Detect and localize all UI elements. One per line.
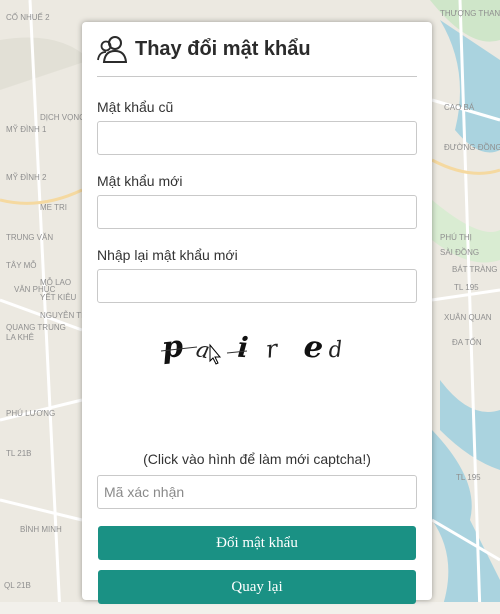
map-label: TL 195 xyxy=(454,283,479,292)
map-label: BÌNH MINH xyxy=(20,525,62,534)
new-password-label: Mật khẩu mới xyxy=(97,173,183,189)
map-label: TRUNG VĂN xyxy=(6,233,53,242)
map-label: SÀI ĐỒNG xyxy=(440,247,479,257)
map-label: YẾT KIÊU xyxy=(40,292,77,302)
old-password-label: Mật khẩu cũ xyxy=(97,99,174,115)
svg-text:p: p xyxy=(160,329,185,366)
change-password-button[interactable]: Đổi mật khẩu xyxy=(98,526,416,560)
map-label: THƯỢNG THANH xyxy=(440,9,500,18)
map-label: ĐA TỐN xyxy=(452,337,482,347)
card-header: Thay đổi mật khẩu xyxy=(97,22,417,77)
map-label: MỸ ĐÌNH 2 xyxy=(6,173,47,182)
map-label: TÂY MỖ xyxy=(6,261,37,270)
map-label: PHÚ THỊ xyxy=(440,233,472,242)
map-label: ĐƯỜNG ĐỒNG xyxy=(444,142,500,152)
map-label: LA KHÊ xyxy=(6,333,34,342)
svg-text:e: e xyxy=(302,329,325,366)
page-title: Thay đổi mật khẩu xyxy=(135,37,311,60)
new-password-input[interactable] xyxy=(97,195,417,229)
map-label: CỐ NHUẾ 2 xyxy=(6,12,50,22)
captcha-input[interactable] xyxy=(97,475,417,509)
map-label: BÁT TRÀNG xyxy=(452,265,498,274)
captcha-image[interactable]: p a i r e d xyxy=(97,317,417,425)
map-label: PHÚ LƯƠNG xyxy=(6,409,55,418)
map-label: ME TRI xyxy=(40,203,67,212)
back-button[interactable]: Quay lại xyxy=(98,570,416,604)
change-password-card: Thay đổi mật khẩu Mật khẩu cũ Mật khẩu m… xyxy=(82,22,432,604)
map-label: MỸ ĐÌNH 1 xyxy=(6,125,47,134)
map-label: QL 21B xyxy=(4,581,31,590)
svg-text:r: r xyxy=(264,334,281,364)
map-label: QUANG TRUNG xyxy=(6,323,66,332)
svg-text:i: i xyxy=(237,331,250,365)
svg-text:d: d xyxy=(328,337,344,363)
captcha-hint: (Click vào hình để làm mới captcha!) xyxy=(143,451,371,467)
users-icon xyxy=(97,34,127,64)
old-password-input[interactable] xyxy=(97,121,417,155)
map-label: TL 195 xyxy=(456,473,481,482)
map-label: TL 21B xyxy=(6,449,32,458)
map-label: DỊCH VỌNG xyxy=(40,113,85,122)
confirm-password-label: Nhập lại mật khẩu mới xyxy=(97,247,238,263)
svg-text:a: a xyxy=(194,337,212,364)
confirm-password-input[interactable] xyxy=(97,269,417,303)
map-label: XUÂN QUAN xyxy=(444,313,492,322)
map-label: CAO BÁ xyxy=(444,103,475,112)
